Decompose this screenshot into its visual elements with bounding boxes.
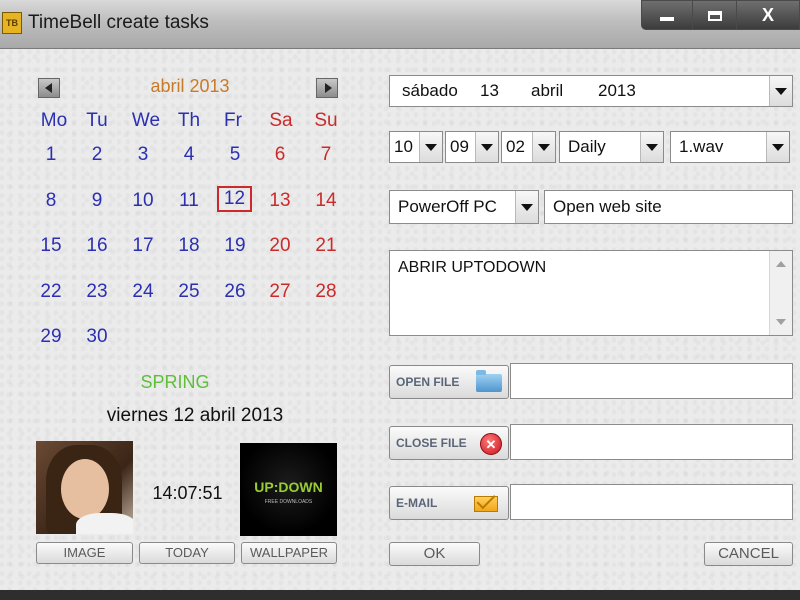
user-photo[interactable] bbox=[36, 441, 133, 534]
minute-select[interactable]: 09 bbox=[445, 131, 499, 163]
season-label: SPRING bbox=[140, 372, 210, 392]
calendar-day[interactable]: 22 bbox=[31, 281, 71, 303]
wallpaper-logo: UP:DOWN bbox=[254, 479, 323, 495]
calendar-day[interactable]: 16 bbox=[77, 235, 117, 257]
weekday-header: We bbox=[131, 110, 161, 131]
calendar-day[interactable]: 13 bbox=[260, 190, 300, 212]
maximize-icon bbox=[707, 11, 722, 21]
calendar-day[interactable]: 1 bbox=[31, 144, 71, 166]
weekday-header: Sa bbox=[269, 110, 293, 131]
calendar-day[interactable]: 10 bbox=[123, 190, 163, 212]
window-bottom-border bbox=[0, 590, 800, 600]
calendar-day[interactable]: 30 bbox=[77, 326, 117, 348]
calendar-day[interactable]: 18 bbox=[169, 235, 209, 257]
envelope-icon bbox=[474, 496, 498, 512]
sound-select[interactable]: 1.wav bbox=[670, 131, 790, 163]
close-file-input[interactable] bbox=[510, 424, 793, 460]
close-file-button[interactable]: CLOSE FILE ✕ bbox=[389, 426, 509, 460]
calendar-day[interactable]: 24 bbox=[123, 281, 163, 303]
calendar-day[interactable]: 2 bbox=[77, 144, 117, 166]
calendar-day[interactable]: 4 bbox=[169, 144, 209, 166]
calendar-day[interactable]: 26 bbox=[215, 281, 255, 303]
chevron-down-icon[interactable] bbox=[515, 191, 538, 223]
calendar-day[interactable]: 19 bbox=[215, 235, 255, 257]
action-type-select[interactable]: PowerOff PC bbox=[389, 190, 539, 224]
calendar-day[interactable]: 14 bbox=[306, 190, 346, 212]
window-title: TimeBell create tasks bbox=[28, 12, 209, 33]
scroll-down-icon[interactable] bbox=[776, 319, 786, 325]
prev-month-button[interactable] bbox=[38, 78, 60, 98]
weekday-header: Th bbox=[177, 110, 201, 131]
close-icon: X bbox=[761, 5, 774, 25]
minimize-icon bbox=[660, 17, 674, 21]
calendar-day[interactable]: 6 bbox=[260, 144, 300, 166]
repeat-select[interactable]: Daily bbox=[559, 131, 664, 163]
chevron-down-icon[interactable] bbox=[475, 132, 498, 162]
calendar-day[interactable]: 8 bbox=[31, 190, 71, 212]
ok-button[interactable]: OK bbox=[389, 542, 480, 566]
maximize-button[interactable] bbox=[692, 0, 737, 30]
month-title: abril 2013 bbox=[150, 76, 230, 96]
date-weekday: sábado bbox=[402, 81, 458, 100]
chevron-down-icon[interactable] bbox=[766, 132, 789, 162]
chevron-down-icon[interactable] bbox=[640, 132, 663, 162]
arrow-left-icon bbox=[45, 83, 52, 93]
open-file-input[interactable] bbox=[510, 363, 793, 399]
weekday-header: Fr bbox=[224, 110, 242, 131]
action-value-input[interactable]: Open web site bbox=[544, 190, 793, 224]
close-circle-icon: ✕ bbox=[480, 433, 502, 455]
message-text: ABRIR UPTODOWN bbox=[398, 259, 547, 276]
calendar-day[interactable]: 28 bbox=[306, 281, 346, 303]
chevron-down-icon[interactable] bbox=[769, 76, 792, 106]
weekday-header: Su bbox=[314, 110, 338, 131]
wallpaper-button[interactable]: WALLPAPER bbox=[241, 542, 337, 564]
calendar-day[interactable]: 5 bbox=[215, 144, 255, 166]
calendar-day[interactable]: 21 bbox=[306, 235, 346, 257]
calendar-day[interactable]: 20 bbox=[260, 235, 300, 257]
calendar-day[interactable]: 29 bbox=[31, 326, 71, 348]
wallpaper-tagline: FREE DOWNLOADS bbox=[264, 499, 313, 505]
open-file-button[interactable]: OPEN FILE bbox=[389, 365, 509, 399]
minimize-button[interactable] bbox=[641, 0, 693, 30]
calendar-day[interactable]: 7 bbox=[306, 144, 346, 166]
calendar-day[interactable]: 11 bbox=[169, 190, 209, 212]
calendar-day[interactable]: 23 bbox=[77, 281, 117, 303]
app-icon: TB bbox=[2, 12, 22, 34]
message-scrollbar[interactable] bbox=[769, 251, 792, 335]
calendar-day[interactable]: 9 bbox=[77, 190, 117, 212]
date-picker-combo[interactable]: sábado 13 abril 2013 bbox=[389, 75, 793, 107]
today-button[interactable]: TODAY bbox=[139, 542, 235, 564]
folder-icon bbox=[476, 370, 502, 392]
calendar-day[interactable]: 3 bbox=[123, 144, 163, 166]
scroll-up-icon[interactable] bbox=[776, 261, 786, 267]
wallpaper-preview[interactable]: UP:DOWN FREE DOWNLOADS bbox=[240, 443, 337, 536]
date-month: abril bbox=[531, 81, 564, 100]
cancel-button[interactable]: CANCEL bbox=[704, 542, 793, 566]
clock-display: 14:07:51 bbox=[152, 483, 223, 503]
weekday-header: Tu bbox=[86, 110, 108, 131]
calendar-day[interactable]: 25 bbox=[169, 281, 209, 303]
current-date-label: viernes 12 abril 2013 bbox=[106, 405, 284, 426]
email-input[interactable] bbox=[510, 484, 793, 520]
hour-select[interactable]: 10 bbox=[389, 131, 443, 163]
calendar-day[interactable]: 17 bbox=[123, 235, 163, 257]
date-day: 13 bbox=[480, 81, 499, 100]
chevron-down-icon[interactable] bbox=[532, 132, 555, 162]
calendar-day-selected[interactable]: 12 bbox=[217, 186, 252, 212]
chevron-down-icon[interactable] bbox=[419, 132, 442, 162]
message-textarea[interactable]: ABRIR UPTODOWN bbox=[389, 250, 793, 336]
date-year: 2013 bbox=[598, 81, 636, 100]
weekday-header: Mo bbox=[40, 110, 68, 131]
image-button[interactable]: IMAGE bbox=[36, 542, 133, 564]
next-month-button[interactable] bbox=[316, 78, 338, 98]
second-select[interactable]: 02 bbox=[501, 131, 556, 163]
calendar-day[interactable]: 15 bbox=[31, 235, 71, 257]
title-bar[interactable]: TB TimeBell create tasks X bbox=[0, 0, 800, 49]
arrow-right-icon bbox=[325, 83, 332, 93]
email-button[interactable]: E-MAIL bbox=[389, 486, 509, 520]
close-button[interactable]: X bbox=[736, 0, 800, 30]
calendar-day[interactable]: 27 bbox=[260, 281, 300, 303]
